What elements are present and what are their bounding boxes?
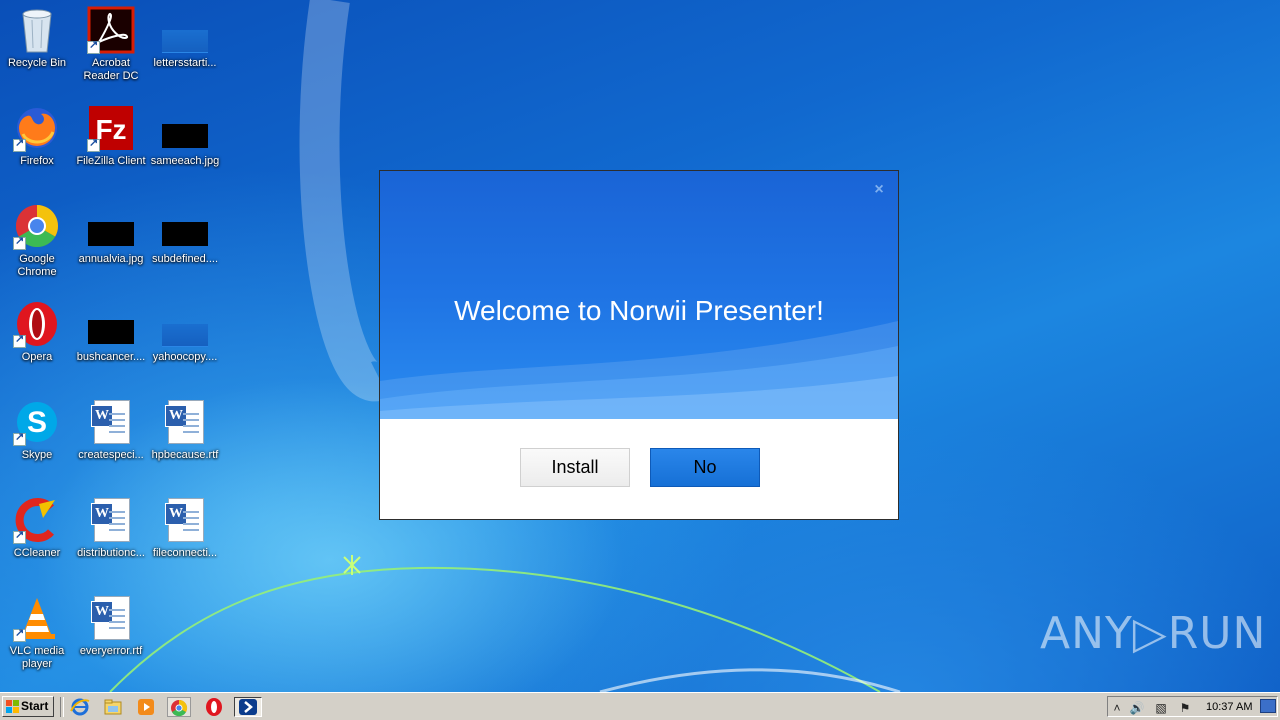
desktop-icon-label: FileZilla Client xyxy=(76,155,146,167)
start-button[interactable]: Start xyxy=(2,696,54,717)
desktop: Recycle Bin Firefox Google Chrome Opera … xyxy=(0,0,1280,692)
desktop-icon-ccleaner[interactable]: CCleaner xyxy=(0,496,74,560)
desktop-icon-vlc[interactable]: VLC media player xyxy=(0,594,74,671)
shortcut-arrow-icon xyxy=(13,333,26,348)
image-file-icon xyxy=(161,104,209,152)
image-file-icon xyxy=(161,202,209,250)
image-file-icon xyxy=(161,6,209,54)
acrobat-icon xyxy=(87,6,135,54)
word-document-icon: W xyxy=(87,496,135,544)
desktop-icon-filezilla[interactable]: Fz FileZilla Client xyxy=(74,104,148,168)
shortcut-arrow-icon xyxy=(13,137,26,152)
windows-logo-icon xyxy=(6,700,19,713)
desktop-icon-bushcancer[interactable]: bushcancer.... xyxy=(74,300,148,364)
desktop-icon-label: sameeach.jpg xyxy=(150,155,220,167)
desktop-icon-label: Firefox xyxy=(20,155,54,167)
desktop-icon-label: Opera xyxy=(21,351,53,363)
word-document-icon: W xyxy=(87,398,135,446)
network-icon[interactable]: ▧ xyxy=(1153,700,1169,716)
desktop-icon-label: hpbecause.rtf xyxy=(151,449,219,461)
taskbar-separator xyxy=(60,697,64,717)
opera-icon[interactable] xyxy=(204,697,224,717)
firefox-icon xyxy=(13,104,61,152)
shortcut-arrow-icon xyxy=(13,627,26,642)
opera-icon xyxy=(13,300,61,348)
desktop-icon-label: Skype xyxy=(21,449,53,461)
svg-text:S: S xyxy=(27,406,47,439)
volume-icon[interactable]: 🔊 xyxy=(1129,700,1145,716)
recycle-bin-icon xyxy=(13,6,61,54)
desktop-icon-label: Acrobat Reader DC xyxy=(83,57,139,82)
svg-text:Fz: Fz xyxy=(95,114,126,145)
desktop-icon-label: annualvia.jpg xyxy=(78,253,144,265)
action-center-flag-icon[interactable]: ⚑ xyxy=(1177,700,1193,716)
shortcut-arrow-icon xyxy=(13,235,26,250)
shortcut-arrow-icon xyxy=(13,529,26,544)
desktop-icon-sameeach[interactable]: sameeach.jpg xyxy=(148,104,222,168)
desktop-icon-label: yahoocopy.... xyxy=(152,351,218,363)
dialog-title: Welcome to Norwii Presenter! xyxy=(454,295,824,326)
desktop-icon-label: createspeci... xyxy=(78,449,144,461)
taskbar: Start ˄ 🔊 ▧ ⚑ 10:37 AM xyxy=(0,692,1280,720)
desktop-icon-label: bushcancer.... xyxy=(76,351,146,363)
chrome-icon xyxy=(13,202,61,250)
chrome-icon[interactable] xyxy=(167,697,191,717)
desktop-icon-label: CCleaner xyxy=(13,547,61,559)
desktop-icon-skype[interactable]: S Skype xyxy=(0,398,74,462)
anyrun-watermark: ANY▷RUN xyxy=(1040,608,1267,659)
close-icon[interactable]: × xyxy=(870,181,888,199)
show-desktop-icon[interactable] xyxy=(1260,699,1276,713)
word-document-icon: W xyxy=(87,594,135,642)
desktop-icon-label: everyerror.rtf xyxy=(79,645,143,657)
norwii-icon[interactable] xyxy=(234,697,262,717)
desktop-icon-acrobat[interactable]: Acrobat Reader DC xyxy=(74,6,148,83)
vlc-icon xyxy=(13,594,61,642)
taskbar-clock[interactable]: 10:37 AM xyxy=(1206,697,1252,717)
shortcut-arrow-icon xyxy=(87,39,100,54)
desktop-icon-opera[interactable]: Opera xyxy=(0,300,74,364)
show-hidden-icons-icon[interactable]: ˄ xyxy=(1109,700,1125,716)
image-file-icon xyxy=(87,202,135,250)
desktop-icon-everyerror[interactable]: W everyerror.rtf xyxy=(74,594,148,658)
desktop-icon-yahoocopy[interactable]: yahoocopy.... xyxy=(148,300,222,364)
word-document-icon: W xyxy=(161,398,209,446)
desktop-icon-firefox[interactable]: Firefox xyxy=(0,104,74,168)
skype-icon: S xyxy=(13,398,61,446)
ie-icon[interactable] xyxy=(70,697,90,717)
desktop-icon-label: lettersstarti... xyxy=(153,57,217,69)
explorer-icon[interactable] xyxy=(103,697,123,717)
ccleaner-icon xyxy=(13,496,61,544)
norwii-welcome-dialog: Welcome to Norwii Presenter! × Install N… xyxy=(379,170,899,520)
start-label: Start xyxy=(21,699,49,713)
desktop-icon-annualvia[interactable]: annualvia.jpg xyxy=(74,202,148,266)
media-player-icon[interactable] xyxy=(136,697,156,717)
desktop-icon-distributionc[interactable]: W distributionc... xyxy=(74,496,148,560)
desktop-icon-lettersstarti[interactable]: lettersstarti... xyxy=(148,6,222,70)
desktop-icon-recycle-bin[interactable]: Recycle Bin xyxy=(0,6,74,70)
image-file-icon xyxy=(161,300,209,348)
install-button[interactable]: Install xyxy=(520,448,630,487)
desktop-icon-label: VLC media player xyxy=(9,645,65,670)
desktop-icon-label: subdefined.... xyxy=(151,253,219,265)
desktop-icon-label: distributionc... xyxy=(77,547,145,559)
desktop-icon-label: fileconnecti... xyxy=(152,547,218,559)
desktop-icon-label: Google Chrome xyxy=(17,253,57,278)
shortcut-arrow-icon xyxy=(13,431,26,446)
word-document-icon: W xyxy=(161,496,209,544)
dialog-banner: Welcome to Norwii Presenter! × xyxy=(380,171,898,419)
desktop-icon-chrome[interactable]: Google Chrome xyxy=(0,202,74,279)
image-file-icon xyxy=(87,300,135,348)
filezilla-icon: Fz xyxy=(87,104,135,152)
shortcut-arrow-icon xyxy=(87,137,100,152)
desktop-icon-label: Recycle Bin xyxy=(7,57,67,69)
desktop-icon-hpbecause[interactable]: W hpbecause.rtf xyxy=(148,398,222,462)
desktop-icon-subdefined[interactable]: subdefined.... xyxy=(148,202,222,266)
desktop-icon-fileconnecti[interactable]: W fileconnecti... xyxy=(148,496,222,560)
no-button[interactable]: No xyxy=(650,448,760,487)
desktop-icon-createspeci[interactable]: W createspeci... xyxy=(74,398,148,462)
